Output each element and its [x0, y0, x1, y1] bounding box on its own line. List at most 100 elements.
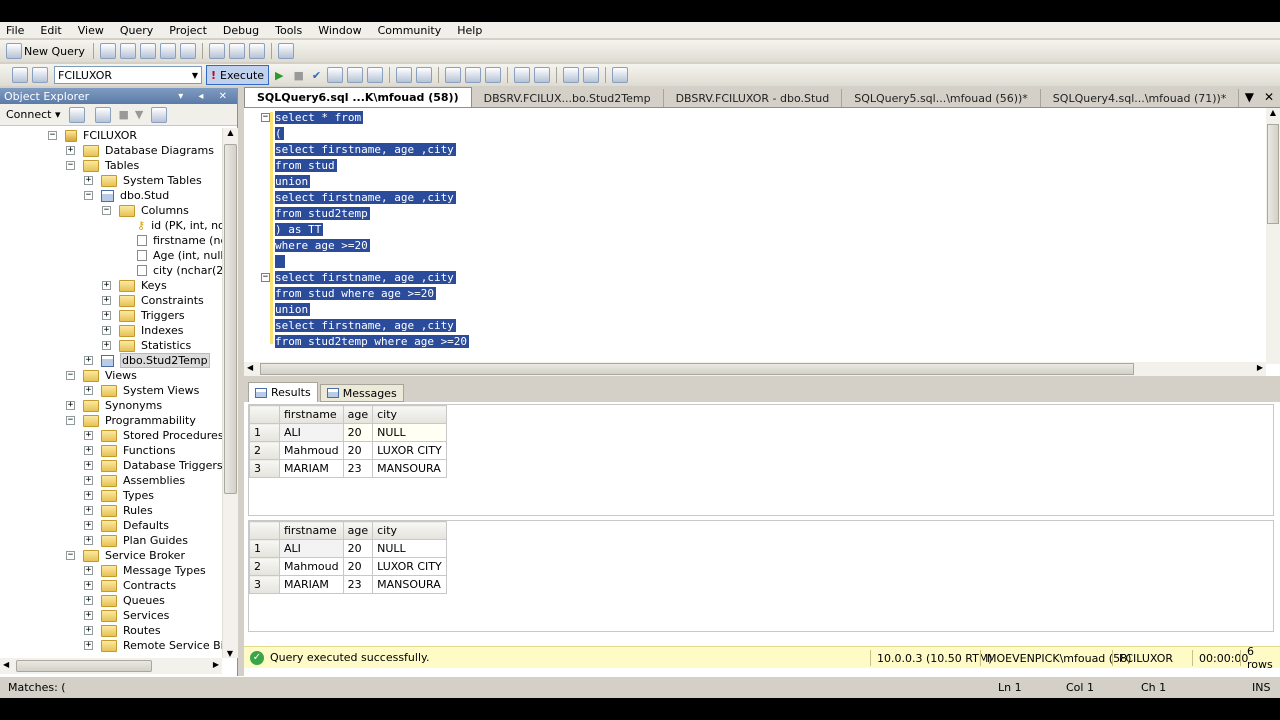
grid-cell[interactable]: 20: [342, 423, 374, 442]
analysis-query-icon[interactable]: [119, 43, 136, 59]
tree-node[interactable]: − Tables: [66, 158, 139, 173]
connect-button[interactable]: Connect ▾: [6, 108, 61, 121]
collapse-icon[interactable]: −: [102, 206, 111, 215]
expand-icon[interactable]: +: [66, 146, 75, 155]
pin-close-icon[interactable]: ▾ ◂ ✕: [178, 91, 233, 102]
tree-node[interactable]: + Routes: [84, 623, 161, 638]
grid-cell[interactable]: 23: [342, 575, 374, 594]
scroll-left-icon[interactable]: ◀: [247, 363, 253, 372]
mdx-query-icon[interactable]: [139, 43, 156, 59]
menu-tools[interactable]: Tools: [275, 24, 302, 37]
expand-icon[interactable]: +: [84, 386, 93, 395]
execute-button[interactable]: ! Execute: [206, 65, 270, 85]
expand-icon[interactable]: +: [84, 176, 93, 185]
collapse-icon[interactable]: −: [84, 191, 93, 200]
expand-icon[interactable]: +: [84, 596, 93, 605]
expand-icon[interactable]: +: [84, 611, 93, 620]
tree-node[interactable]: + Synonyms: [66, 398, 162, 413]
database-select[interactable]: FCILUXOR ▼: [54, 66, 202, 84]
tree-node[interactable]: + System Tables: [84, 173, 202, 188]
expand-icon[interactable]: +: [102, 296, 111, 305]
expand-icon[interactable]: +: [102, 326, 111, 335]
grid-corner[interactable]: [249, 521, 280, 540]
grid-cell[interactable]: ALI: [279, 423, 344, 442]
column-header[interactable]: firstname: [279, 405, 344, 424]
menu-help[interactable]: Help: [457, 24, 482, 37]
results-text-icon[interactable]: [445, 67, 462, 83]
tree-scroll-thumb[interactable]: [224, 144, 237, 494]
xmla-query-icon[interactable]: [179, 43, 196, 59]
new-file-icon[interactable]: [99, 43, 116, 59]
scroll-right-icon[interactable]: ▶: [1257, 363, 1263, 372]
row-number[interactable]: 1: [249, 423, 280, 442]
scroll-right-icon[interactable]: ▶: [213, 660, 219, 669]
expand-icon[interactable]: +: [84, 536, 93, 545]
connect-db-icon[interactable]: [68, 106, 85, 123]
tree-node[interactable]: + Stored Procedures: [84, 428, 222, 443]
tree-vertical-scrollbar[interactable]: ▲ ▼: [222, 128, 238, 658]
save-icon[interactable]: [228, 43, 245, 59]
tree-node[interactable]: + Message Types: [84, 563, 206, 578]
activity-monitor-icon[interactable]: [277, 43, 294, 59]
tree-node[interactable]: ⚷ id (PK, int, not n: [120, 218, 222, 233]
editor-hscroll-thumb[interactable]: [260, 363, 1134, 375]
menu-view[interactable]: View: [78, 24, 104, 37]
collapse-region-icon[interactable]: −: [261, 273, 270, 282]
query-designer-icon[interactable]: [347, 67, 364, 83]
document-tab[interactable]: SQLQuery5.sql...\mfouad (56))*: [842, 89, 1041, 107]
filter-icon[interactable]: ▼: [135, 108, 143, 121]
tree-node[interactable]: + Database Diagrams: [66, 143, 214, 158]
result-grid-1[interactable]: firstname age city 1 ALI 20 NULL 2 Mahmoud 20 LUXO…: [248, 404, 1274, 516]
column-header[interactable]: city: [372, 521, 448, 540]
grid-cell[interactable]: 20: [342, 441, 374, 460]
scroll-up-icon[interactable]: ▲: [223, 128, 238, 137]
save-all-icon[interactable]: [248, 43, 265, 59]
menu-edit[interactable]: Edit: [40, 24, 61, 37]
tree-node[interactable]: city (nchar(250): [120, 263, 222, 278]
tree-node[interactable]: + Plan Guides: [84, 533, 188, 548]
grid-cell[interactable]: Mahmoud: [279, 441, 344, 460]
tree-node[interactable]: + Indexes: [102, 323, 183, 338]
tree-node[interactable]: + Queues: [84, 593, 165, 608]
tree-node[interactable]: + Triggers: [102, 308, 185, 323]
parse-icon[interactable]: ✔: [312, 69, 321, 82]
collapse-icon[interactable]: −: [66, 416, 75, 425]
collapse-icon[interactable]: −: [48, 131, 57, 140]
expand-icon[interactable]: +: [84, 461, 93, 470]
tab-messages[interactable]: Messages: [319, 384, 404, 402]
tree-node[interactable]: + Constraints: [102, 293, 204, 308]
menu-window[interactable]: Window: [318, 24, 361, 37]
menu-query[interactable]: Query: [120, 24, 153, 37]
document-tab[interactable]: SQLQuery6.sql ...K\mfouad (58)): [244, 87, 472, 107]
expand-icon[interactable]: +: [84, 476, 93, 485]
scroll-left-icon[interactable]: ◀: [3, 660, 9, 669]
grid-cell[interactable]: ALI: [279, 539, 344, 558]
row-number[interactable]: 1: [249, 539, 280, 558]
tree-node[interactable]: + Assemblies: [84, 473, 185, 488]
grid-cell[interactable]: LUXOR CITY: [372, 557, 448, 576]
menu-project[interactable]: Project: [169, 24, 207, 37]
tree-node[interactable]: − Columns: [102, 203, 189, 218]
grid-cell[interactable]: MARIAM: [279, 575, 344, 594]
row-number[interactable]: 3: [249, 575, 280, 594]
grid-cell[interactable]: LUXOR CITY: [372, 441, 448, 460]
editor-horizontal-scrollbar[interactable]: ◀ ▶: [244, 362, 1266, 376]
tree-node[interactable]: + Functions: [84, 443, 176, 458]
intellisense-icon[interactable]: [367, 67, 384, 83]
tree-node[interactable]: + Keys: [102, 278, 167, 293]
editor-scroll-thumb[interactable]: [1267, 124, 1279, 224]
connect-icon[interactable]: [12, 67, 28, 83]
increase-indent-icon[interactable]: [583, 67, 600, 83]
client-stats-icon[interactable]: [416, 67, 433, 83]
tree-node[interactable]: + Services: [84, 608, 169, 623]
expand-icon[interactable]: +: [102, 281, 111, 290]
grid-cell[interactable]: MANSOURA: [372, 459, 448, 478]
expand-icon[interactable]: +: [84, 356, 93, 365]
tree-node[interactable]: firstname (nchar: [120, 233, 222, 248]
column-header[interactable]: age: [342, 521, 374, 540]
grid-cell[interactable]: 20: [342, 557, 374, 576]
query-editor[interactable]: select * from (select firstname, age ,cit…: [244, 108, 1280, 376]
tab-list-icon[interactable]: ▼: [1245, 90, 1254, 104]
expand-icon[interactable]: +: [84, 446, 93, 455]
grid-cell[interactable]: NULL: [372, 539, 448, 558]
